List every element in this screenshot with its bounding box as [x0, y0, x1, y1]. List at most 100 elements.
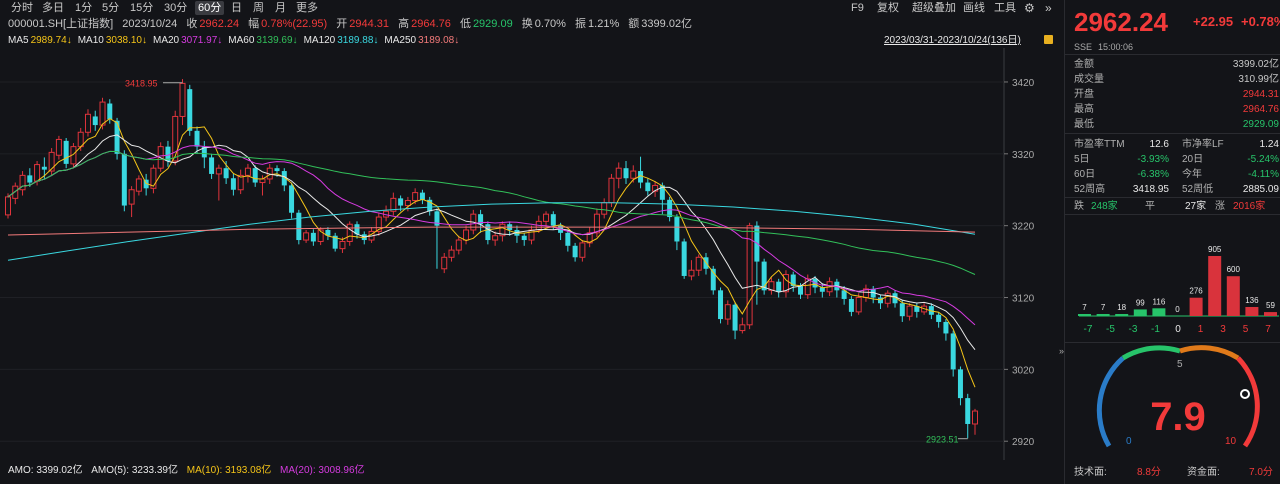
dist-tick-label: -3: [1129, 324, 1138, 335]
candle-body: [128, 189, 135, 205]
price-change: +22.95: [1193, 14, 1234, 29]
amo-line: AMO: 3399.02亿 AMO(5): 3233.39亿 MA(10): 3…: [8, 464, 371, 478]
collapse-icon[interactable]: »: [1045, 1, 1052, 15]
candle-body: [965, 398, 971, 424]
quote-time: 15:00:06: [1098, 42, 1134, 52]
candle-body: [950, 333, 956, 370]
stat-value: 1.24: [1259, 139, 1279, 150]
candle-body: [92, 116, 98, 126]
gauge-max-label: 10: [1225, 436, 1237, 447]
amo-ma5: AMO(5): 3233.39亿: [91, 465, 178, 476]
candle-body: [674, 217, 680, 242]
candle-body: [899, 303, 905, 317]
ma-legend-item: MA20 3071.97↓: [153, 35, 222, 46]
candle-body: [63, 140, 69, 164]
period-tab[interactable]: 60分: [195, 1, 225, 15]
price-change-pct: +0.78%: [1241, 14, 1280, 29]
ma-legend-item: MA120 3189.88↓: [304, 35, 379, 46]
ma-label: MA10: [77, 35, 104, 46]
exchange-label: SSE: [1074, 42, 1093, 52]
candle-body: [339, 240, 346, 250]
candle-body: [303, 232, 310, 241]
settings-icon[interactable]: ⚙: [1024, 1, 1035, 15]
price-row: 开盘 2944.31: [1074, 88, 1279, 101]
dist-tick-label: -7: [1084, 324, 1093, 335]
ma-label: MA120: [303, 35, 336, 46]
candle-body: [289, 185, 295, 213]
candle-body: [252, 168, 258, 183]
candle-body: [543, 213, 550, 222]
down-count: 248家: [1091, 201, 1118, 212]
y-tick-label: 3420: [1012, 78, 1035, 89]
draw-line-button[interactable]: 画线: [963, 1, 985, 15]
period-tab[interactable]: 分时: [8, 1, 36, 15]
period-tab[interactable]: 5分: [99, 1, 122, 15]
candle-body: [630, 170, 637, 179]
candle-body: [623, 168, 629, 179]
price-row: 成交量 310.99亿: [1074, 73, 1279, 86]
ma-value: 3139.69↓: [256, 35, 298, 46]
amo-ma20: MA(20): 3008.96亿: [280, 465, 365, 476]
divider: [1065, 197, 1280, 198]
period-tab[interactable]: 更多: [293, 1, 321, 15]
dist-bar: [1226, 276, 1240, 316]
candle-body: [667, 199, 673, 218]
candle-body: [550, 214, 556, 226]
ma-legend: MA5 2989.74↓ MA10 3038.10↓ MA20 3071.97↓ MA60 3…: [8, 34, 465, 48]
candle-body: [114, 120, 120, 154]
dist-bar-label: 59: [1266, 301, 1275, 310]
dist-bar: [1208, 256, 1222, 316]
divider: [1065, 214, 1280, 215]
date-range[interactable]: 2023/03/31-2023/10/24(136日): [884, 34, 1021, 48]
f9-button[interactable]: F9: [851, 1, 864, 15]
candle-body: [187, 89, 193, 131]
fuquan-button[interactable]: 复权: [877, 1, 899, 15]
candle-body: [718, 290, 724, 320]
low-label: 低: [459, 18, 471, 30]
gauge-value: 7.9: [1150, 395, 1206, 439]
candle-body: [739, 324, 746, 332]
ma-legend-item: MA250 3189.08↓: [384, 35, 459, 46]
last-price: 2962.24: [1074, 7, 1168, 37]
candle-body: [412, 192, 419, 202]
ma-value: 2989.74↓: [30, 35, 72, 46]
tools-button[interactable]: 工具: [994, 1, 1016, 15]
high-value: 2964.76: [411, 18, 451, 30]
candle-body: [34, 164, 41, 182]
price-row: 最低 2929.09: [1074, 118, 1279, 131]
candle-body: [492, 235, 499, 241]
period-tab[interactable]: 15分: [127, 1, 156, 15]
dist-bar: [1152, 308, 1166, 316]
turnover-value: 0.70%: [534, 18, 566, 30]
y-tick-label: 3020: [1012, 365, 1035, 376]
dist-bar: [1245, 306, 1259, 316]
up-label: 涨: [1215, 201, 1225, 212]
period-tab[interactable]: 月: [272, 1, 289, 15]
candle-body: [398, 198, 404, 206]
candle-body: [957, 369, 963, 399]
candle-body: [404, 200, 411, 207]
expand-icon[interactable]: »: [1059, 346, 1064, 356]
dist-bar-label: 116: [1153, 297, 1166, 306]
candle-body: [855, 297, 862, 313]
dist-bar: [1264, 312, 1277, 316]
period-tab[interactable]: 多日: [39, 1, 67, 15]
period-tab[interactable]: 30分: [161, 1, 190, 15]
period-tab[interactable]: 周: [250, 1, 267, 15]
ma-legend-item: MA10 3038.10↓: [78, 35, 147, 46]
ma-label: MA20: [153, 35, 180, 46]
candle-body: [135, 178, 142, 192]
overlay-button[interactable]: 超级叠加: [912, 1, 956, 15]
stat-value: -5.24%: [1247, 154, 1279, 165]
dist-tick-label: 7: [1265, 324, 1271, 335]
period-tab[interactable]: 1分: [72, 1, 95, 15]
candlestick-chart[interactable]: 3420 3320 3220 3120 3020 2920 3418.95 2923.51: [0, 48, 1062, 460]
high-label: 高: [398, 18, 410, 30]
lock-icon[interactable]: [1044, 35, 1053, 44]
ma-value: 3071.97↓: [181, 35, 223, 46]
period-tab[interactable]: 日: [228, 1, 245, 15]
open-value: 2944.31: [349, 18, 390, 30]
candle-body: [798, 286, 804, 295]
close-value: 2962.24: [199, 18, 240, 30]
candle-body: [565, 232, 571, 246]
